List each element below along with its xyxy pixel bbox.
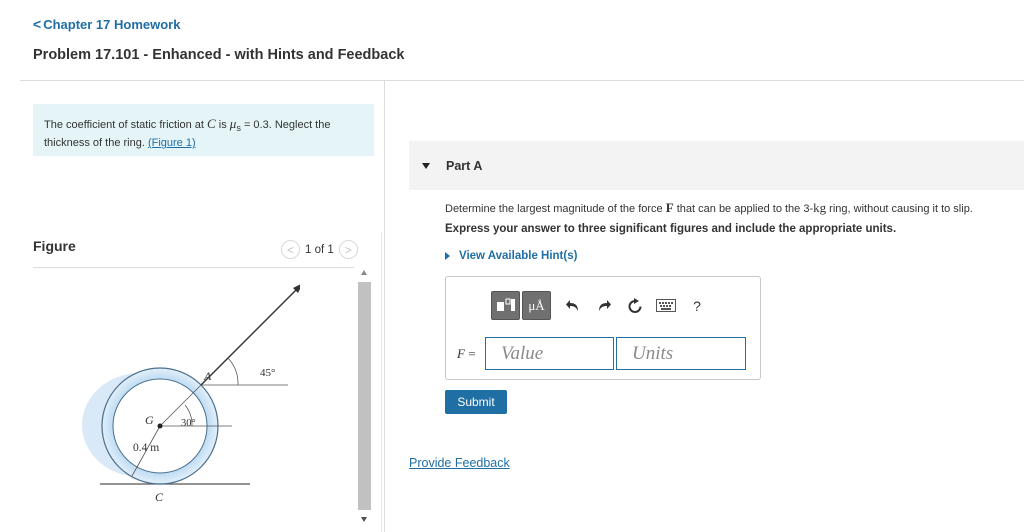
- kg-unit: kg: [813, 200, 827, 215]
- question-text-1: Determine the largest magnitude of the f…: [445, 203, 666, 215]
- ring-figure: F 45° A G 30° 0.4 m C: [82, 284, 300, 504]
- back-to-chapter-link[interactable]: < Chapter 17 Homework: [33, 16, 180, 32]
- figure-panel-edge: [381, 232, 382, 532]
- help-button[interactable]: ?: [686, 295, 708, 317]
- figure-page-indicator: 1 of 1: [305, 243, 334, 256]
- keyboard-button[interactable]: [655, 295, 677, 317]
- reset-button[interactable]: [624, 295, 646, 317]
- submit-button[interactable]: Submit: [445, 390, 507, 414]
- figure-divider: [33, 267, 354, 268]
- keyboard-icon: [656, 299, 676, 312]
- scroll-down-arrow-icon[interactable]: [361, 517, 367, 522]
- undo-button[interactable]: [562, 295, 584, 317]
- label-center-g: G: [145, 413, 154, 427]
- hints-label: View Available Hint(s): [459, 250, 578, 262]
- figure-pager: < 1 of 1 >: [281, 240, 358, 259]
- provide-feedback-link[interactable]: Provide Feedback: [409, 456, 510, 470]
- units-input[interactable]: [616, 337, 746, 370]
- units-button[interactable]: μÅ: [522, 291, 551, 320]
- statement-point-c: C: [207, 116, 216, 131]
- label-contact-c: C: [155, 490, 164, 504]
- chevron-left-icon: <: [33, 16, 42, 32]
- answer-variable-label: F =: [457, 346, 476, 362]
- reset-icon: [628, 297, 642, 313]
- units-button-label: μÅ: [528, 297, 545, 313]
- undo-icon: [566, 299, 578, 311]
- scrollbar-thumb[interactable]: [358, 282, 371, 510]
- answer-variable: F: [457, 346, 465, 361]
- collapse-triangle-icon: [422, 162, 430, 169]
- label-angle-30: 30°: [181, 418, 196, 429]
- back-link-label: Chapter 17 Homework: [43, 16, 181, 32]
- templates-button[interactable]: [491, 291, 520, 320]
- question-text-2: that can be applied to the 3-: [673, 203, 814, 215]
- answer-instructions: Express your answer to three significant…: [445, 223, 897, 235]
- panel-divider: [384, 80, 385, 532]
- force-symbol: F: [665, 200, 674, 215]
- figure-scrollbar[interactable]: [358, 268, 371, 524]
- redo-button[interactable]: [593, 295, 615, 317]
- label-radius: 0.4 m: [133, 442, 159, 454]
- figure-heading: Figure: [33, 238, 76, 254]
- next-figure-button[interactable]: >: [338, 240, 358, 259]
- question-text: Determine the largest magnitude of the f…: [445, 200, 973, 216]
- templates-icon: [496, 298, 515, 311]
- force-arrow: [200, 285, 300, 386]
- prev-figure-button[interactable]: <: [281, 240, 300, 259]
- value-input[interactable]: [485, 337, 614, 370]
- angle-arc-45: [227, 357, 239, 386]
- top-divider: [20, 80, 1024, 81]
- redo-icon: [599, 299, 611, 311]
- part-a-header[interactable]: Part A: [409, 141, 1024, 190]
- statement-text-2: is: [215, 119, 230, 131]
- answer-box: μÅ ? F =: [445, 276, 761, 380]
- figure-link[interactable]: (Figure 1): [148, 137, 196, 149]
- question-text-3: ring, without causing it to slip.: [826, 203, 973, 215]
- scroll-up-arrow-icon[interactable]: [361, 270, 367, 275]
- answer-toolbar: μÅ ?: [491, 291, 708, 320]
- view-hints-toggle[interactable]: View Available Hint(s): [445, 250, 577, 262]
- label-angle-45: 45°: [260, 367, 275, 379]
- label-point-a: A: [203, 369, 212, 383]
- expand-triangle-icon: [445, 252, 450, 260]
- part-title: Part A: [446, 158, 483, 173]
- problem-statement: The coefficient of static friction at C …: [33, 104, 374, 156]
- answer-equals: =: [468, 346, 476, 361]
- statement-text-1: The coefficient of static friction at: [44, 119, 208, 131]
- center-dot: [157, 423, 163, 429]
- problem-title: Problem 17.101 - Enhanced - with Hints a…: [33, 47, 405, 63]
